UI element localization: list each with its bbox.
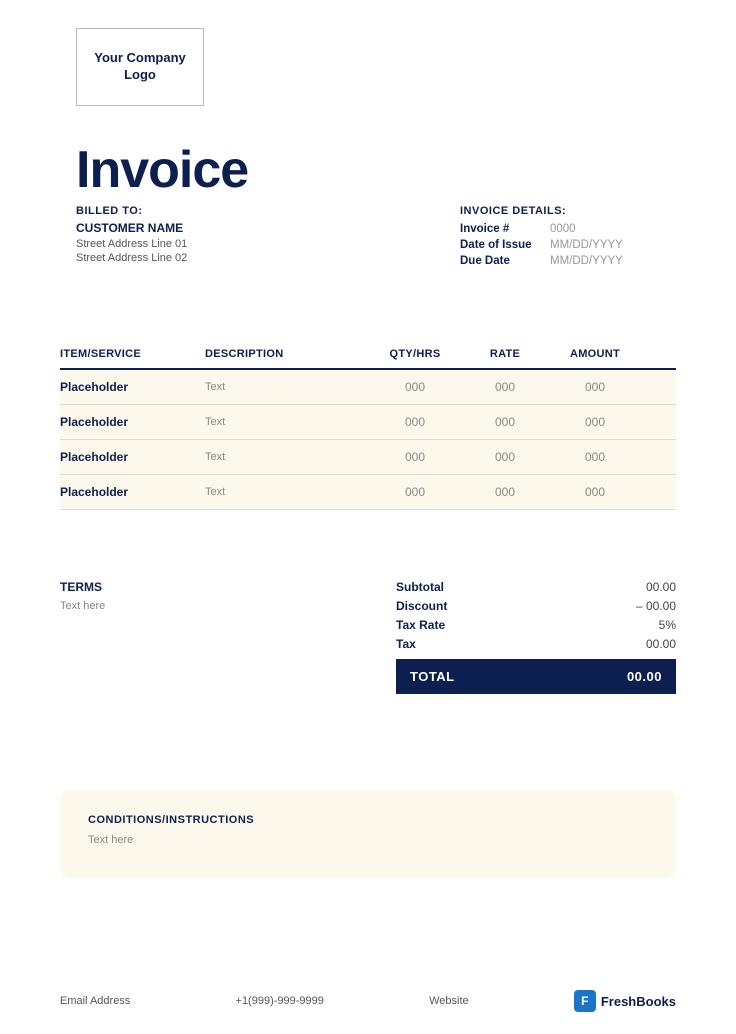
row3-rate: 000	[460, 450, 550, 464]
tax-value: 00.00	[646, 637, 676, 651]
due-date-key: Due Date	[460, 255, 550, 267]
total-label: TOTAL	[410, 669, 455, 684]
row1-rate: 000	[460, 380, 550, 394]
due-date-value: MM/DD/YYYY	[550, 255, 623, 267]
row2-qty: 000	[370, 415, 460, 429]
invoice-number-value: 0000	[550, 223, 576, 235]
conditions-text: Text here	[88, 834, 648, 846]
row2-desc: Text	[205, 416, 370, 428]
subtotal-row: Subtotal 00.00	[396, 580, 676, 594]
row3-amount: 000	[550, 450, 640, 464]
row1-desc: Text	[205, 381, 370, 393]
col-header-qty: QTY/HRS	[370, 348, 460, 360]
invoice-details-label: INVOICE DETAILS:	[460, 205, 623, 217]
address-line-1: Street Address Line 01	[76, 238, 187, 250]
table-row: Placeholder Text 000 000 000	[60, 370, 676, 405]
bottom-section: TERMS Text here Subtotal 00.00 Discount …	[60, 580, 676, 694]
date-of-issue-key: Date of Issue	[460, 239, 550, 251]
row4-desc: Text	[205, 486, 370, 498]
invoice-number-key: Invoice #	[460, 223, 550, 235]
total-value: 00.00	[627, 669, 662, 684]
terms-block: TERMS Text here	[60, 580, 260, 612]
row4-rate: 000	[460, 485, 550, 499]
footer-phone: +1(999)-999-9999	[236, 995, 324, 1007]
due-date-row: Due Date MM/DD/YYYY	[460, 255, 623, 267]
conditions-block: CONDITIONS/INSTRUCTIONS Text here	[60, 790, 676, 878]
discount-row: Discount – 00.00	[396, 599, 676, 613]
terms-title: TERMS	[60, 580, 260, 594]
customer-name: CUSTOMER NAME	[76, 221, 187, 235]
row4-qty: 000	[370, 485, 460, 499]
table-body: Placeholder Text 000 000 000 Placeholder…	[60, 370, 676, 510]
terms-text: Text here	[60, 600, 260, 612]
footer: Email Address +1(999)-999-9999 Website F…	[60, 990, 676, 1012]
freshbooks-icon: F	[574, 990, 596, 1012]
row1-amount: 000	[550, 380, 640, 394]
invoice-details-section: INVOICE DETAILS: Invoice # 0000 Date of …	[460, 205, 623, 271]
total-bar: TOTAL 00.00	[396, 659, 676, 694]
row3-desc: Text	[205, 451, 370, 463]
discount-label: Discount	[396, 599, 447, 613]
row2-rate: 000	[460, 415, 550, 429]
tax-rate-value: 5%	[659, 618, 676, 632]
freshbooks-logo: F FreshBooks	[574, 990, 676, 1012]
table-header: ITEM/SERVICE DESCRIPTION QTY/HRS RATE AM…	[60, 348, 676, 370]
row1-qty: 000	[370, 380, 460, 394]
col-header-item: ITEM/SERVICE	[60, 348, 205, 360]
row3-item: Placeholder	[60, 450, 205, 464]
billed-to-section: BILLED TO: CUSTOMER NAME Street Address …	[76, 205, 187, 266]
tax-row: Tax 00.00	[396, 637, 676, 651]
table-row: Placeholder Text 000 000 000	[60, 440, 676, 475]
date-of-issue-row: Date of Issue MM/DD/YYYY	[460, 239, 623, 251]
footer-email: Email Address	[60, 995, 130, 1007]
table-row: Placeholder Text 000 000 000	[60, 405, 676, 440]
row1-item: Placeholder	[60, 380, 205, 394]
invoice-title: Invoice	[76, 140, 248, 200]
billed-to-label: BILLED TO:	[76, 205, 187, 217]
address-line-2: Street Address Line 02	[76, 252, 187, 264]
invoice-page: Your Company Logo Invoice BILLED TO: CUS…	[0, 0, 736, 1034]
logo-text: Your Company Logo	[77, 50, 203, 84]
subtotal-value: 00.00	[646, 580, 676, 594]
table-row: Placeholder Text 000 000 000	[60, 475, 676, 510]
logo-box: Your Company Logo	[76, 28, 204, 106]
totals-block: Subtotal 00.00 Discount – 00.00 Tax Rate…	[396, 580, 676, 694]
row2-amount: 000	[550, 415, 640, 429]
invoice-number-row: Invoice # 0000	[460, 223, 623, 235]
row3-qty: 000	[370, 450, 460, 464]
row4-amount: 000	[550, 485, 640, 499]
freshbooks-name: FreshBooks	[601, 994, 676, 1009]
row4-item: Placeholder	[60, 485, 205, 499]
subtotal-label: Subtotal	[396, 580, 444, 594]
tax-rate-label: Tax Rate	[396, 618, 445, 632]
footer-website: Website	[429, 995, 469, 1007]
date-of-issue-value: MM/DD/YYYY	[550, 239, 623, 251]
tax-label: Tax	[396, 637, 416, 651]
discount-value: – 00.00	[636, 599, 676, 613]
row2-item: Placeholder	[60, 415, 205, 429]
col-header-desc: DESCRIPTION	[205, 348, 370, 360]
items-table: ITEM/SERVICE DESCRIPTION QTY/HRS RATE AM…	[60, 348, 676, 510]
tax-rate-row: Tax Rate 5%	[396, 618, 676, 632]
col-header-amount: AMOUNT	[550, 348, 640, 360]
col-header-rate: RATE	[460, 348, 550, 360]
conditions-title: CONDITIONS/INSTRUCTIONS	[88, 814, 648, 826]
